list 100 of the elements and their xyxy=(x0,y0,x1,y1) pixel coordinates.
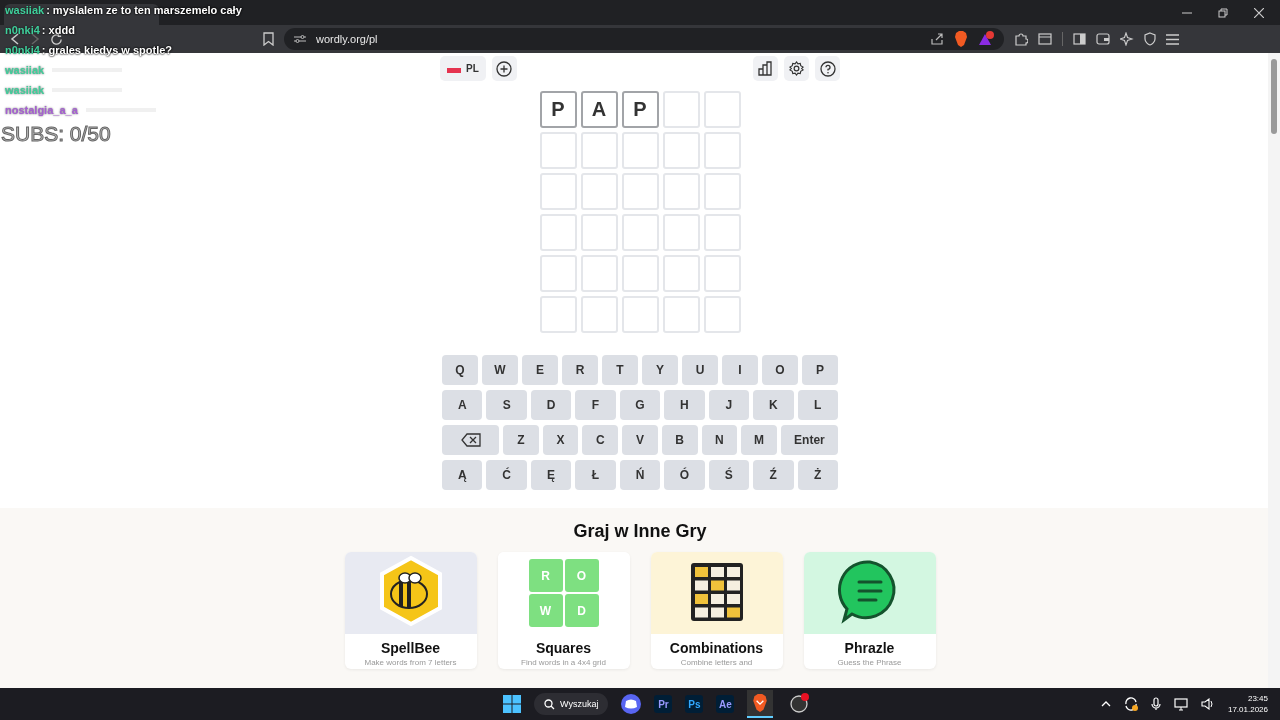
letter-key[interactable]: E xyxy=(522,355,558,385)
game-title: Squares xyxy=(535,640,592,656)
speaker-icon[interactable] xyxy=(1200,698,1215,710)
letter-key[interactable]: R xyxy=(562,355,598,385)
close-icon[interactable] xyxy=(1254,7,1264,18)
app-icon[interactable]: Pr xyxy=(654,695,673,713)
backspace-key[interactable] xyxy=(442,425,500,455)
chevron-up-icon[interactable] xyxy=(1100,701,1111,707)
letter-key[interactable]: A xyxy=(442,390,483,420)
chat-username: nostalgia_a_a xyxy=(5,104,78,116)
scrollbar[interactable] xyxy=(1268,53,1280,688)
letter-key[interactable]: Y xyxy=(642,355,678,385)
letter-key[interactable]: Z xyxy=(503,425,539,455)
letter-tile: A xyxy=(580,91,618,128)
letter-key[interactable]: K xyxy=(753,390,794,420)
game-title: SpellBee xyxy=(380,640,441,656)
window-icon[interactable] xyxy=(1038,33,1052,45)
grid-icon xyxy=(650,552,783,634)
letter-tile: P xyxy=(621,91,659,128)
sync-icon[interactable] xyxy=(1123,697,1138,711)
enter-key[interactable]: Enter xyxy=(780,425,838,455)
letter-key[interactable]: Ś xyxy=(708,460,750,490)
letter-key[interactable]: D xyxy=(530,390,572,420)
search-field[interactable]: Wyszukaj xyxy=(534,693,609,715)
letter-key[interactable]: Ń xyxy=(619,460,661,490)
letter-key[interactable]: Ł xyxy=(575,460,616,490)
app-icon[interactable]: Ps xyxy=(685,695,704,713)
letter-key[interactable]: I xyxy=(722,355,758,385)
puzzle-icon[interactable] xyxy=(1014,32,1028,46)
help-button[interactable] xyxy=(815,56,840,81)
letter-key[interactable]: B xyxy=(661,425,698,455)
letter-key[interactable]: O xyxy=(762,355,798,385)
lion-shield-icon[interactable] xyxy=(747,690,774,718)
letter-squares-icon: R O W D xyxy=(497,552,630,634)
forward-icon[interactable] xyxy=(30,33,40,45)
letter-key[interactable]: X xyxy=(542,425,579,455)
letter-key[interactable]: V xyxy=(622,425,658,455)
microphone-icon[interactable] xyxy=(1150,697,1161,711)
shield-icon[interactable] xyxy=(1144,32,1156,46)
start-icon[interactable] xyxy=(503,695,521,713)
chat-username: n0nki4 xyxy=(5,24,40,36)
game-description: Find words in a 4x4 grid xyxy=(521,658,606,667)
game-title: Phrazle xyxy=(844,640,895,656)
game-card[interactable]: SpellBee Make words from 7 letters xyxy=(344,552,477,669)
letter-key[interactable]: Q xyxy=(442,355,478,385)
menu-icon[interactable] xyxy=(1166,33,1179,45)
letter-key[interactable]: J xyxy=(708,390,750,420)
lion-shield-icon[interactable] xyxy=(954,31,968,47)
app-icon[interactable]: Ae xyxy=(716,695,735,713)
wallet-icon[interactable] xyxy=(1096,33,1110,45)
plus-icon xyxy=(496,60,513,77)
add-button[interactable] xyxy=(491,56,517,81)
statistics-button[interactable] xyxy=(753,56,778,81)
game-card[interactable]: Combinations Combine letters and xyxy=(650,552,783,669)
language-button[interactable]: PL xyxy=(440,56,486,81)
game-card[interactable]: R O W D Squares Find words in a 4x4 grid xyxy=(497,552,630,669)
letter-key[interactable]: L xyxy=(797,390,838,420)
letter-key[interactable]: U xyxy=(682,355,718,385)
letter-key[interactable]: Ó xyxy=(664,460,705,490)
settings-icon xyxy=(789,61,804,76)
clock[interactable]: 23:45 17.01.2026 xyxy=(1227,693,1268,715)
letter-key[interactable]: Ę xyxy=(530,460,572,490)
chat-message: : grales kiedys w spotle? xyxy=(41,44,173,56)
letter-key[interactable]: N xyxy=(701,425,738,455)
letter-key[interactable]: H xyxy=(664,390,705,420)
chat-username: wasiiak xyxy=(5,84,45,96)
letter-key[interactable]: M xyxy=(741,425,777,455)
backspace-icon xyxy=(460,433,481,447)
address-bar[interactable]: wordly.org/pl xyxy=(284,28,1004,50)
chat-message: : xddd xyxy=(41,24,75,36)
section-title: Graj w Inne Gry xyxy=(573,521,707,542)
letter-key[interactable]: Ź xyxy=(753,460,794,490)
game-description: Guess the Phrase xyxy=(837,658,902,667)
letter-key[interactable]: C xyxy=(582,425,619,455)
monitor-icon[interactable] xyxy=(1173,697,1188,711)
letter-key[interactable]: Ą xyxy=(442,460,483,490)
search-icon xyxy=(544,698,555,710)
restore-icon[interactable] xyxy=(1218,7,1228,18)
sidebar-icon[interactable] xyxy=(1073,33,1086,45)
letter-key[interactable]: W xyxy=(482,355,518,385)
triangle-notification-icon[interactable] xyxy=(978,31,994,47)
share-icon[interactable] xyxy=(931,33,944,45)
letter-tile: P xyxy=(539,91,577,128)
chat-username: wasiiak xyxy=(5,4,45,16)
bookmark-icon[interactable] xyxy=(263,32,274,46)
back-icon[interactable] xyxy=(10,33,20,45)
chat-username: n0nki4 xyxy=(5,44,40,56)
game-card[interactable]: Phrazle Guess the Phrase xyxy=(803,552,936,669)
game-description: Combine letters and xyxy=(680,658,753,667)
letter-key[interactable]: Ć xyxy=(486,460,527,490)
sparkle-icon[interactable] xyxy=(1120,32,1134,46)
site-settings-icon[interactable] xyxy=(294,34,306,44)
letter-key[interactable]: P xyxy=(802,355,838,385)
game-title: Combinations xyxy=(669,640,764,656)
letter-key[interactable]: Ż xyxy=(797,460,838,490)
letter-key[interactable]: T xyxy=(602,355,638,385)
settings-button[interactable] xyxy=(784,56,809,81)
letter-key[interactable]: S xyxy=(486,390,527,420)
letter-key[interactable]: G xyxy=(619,390,661,420)
letter-key[interactable]: F xyxy=(575,390,616,420)
